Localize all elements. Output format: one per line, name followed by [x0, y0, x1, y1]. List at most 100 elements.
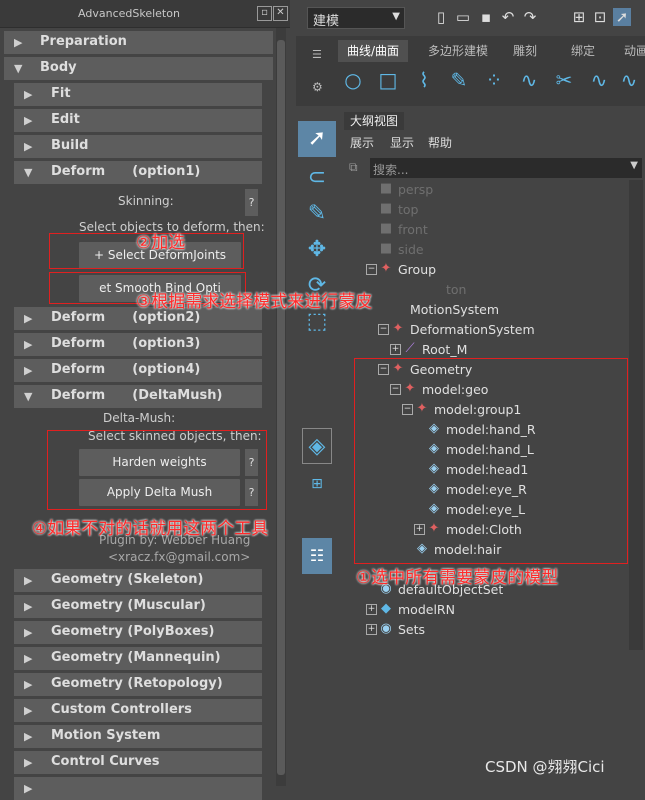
- collapsed-arrow-icon: ▶: [24, 782, 33, 795]
- skinning-label: Skinning:: [118, 194, 174, 208]
- section-geometry-mannequin[interactable]: ▶ Geometry (Mannequin): [14, 647, 262, 670]
- section-geometry-retopology[interactable]: ▶ Geometry (Retopology): [14, 673, 262, 696]
- list-item[interactable]: MotionSystem: [350, 300, 625, 320]
- search-dropdown-icon[interactable]: ▼: [630, 160, 638, 171]
- section-edit[interactable]: ▶ Edit: [14, 109, 262, 132]
- section-deform-deltamush[interactable]: ▼ Deform (DeltaMush): [14, 385, 262, 408]
- section-control-curves[interactable]: ▶ Control Curves: [14, 751, 262, 774]
- cv-curve-icon[interactable]: ⌇: [412, 68, 436, 92]
- expanded-arrow-icon: ▼: [24, 166, 33, 179]
- camera-icon: ■: [379, 181, 393, 196]
- pencil-curve-icon[interactable]: ✎: [447, 68, 471, 92]
- annotation-step-3: ③根据需求选择模式来进行蒙皮: [136, 292, 373, 312]
- collapsed-arrow-icon: ▶: [24, 338, 33, 351]
- annotation-step-2: ②加选: [136, 233, 186, 253]
- skinning-help-button[interactable]: ?: [245, 189, 258, 216]
- float-window-icon[interactable]: ▫: [257, 6, 272, 21]
- section-deform-option3[interactable]: ▶ Deform (option3): [14, 333, 262, 356]
- shelf-settings-gear-icon[interactable]: ⚙: [312, 80, 326, 94]
- shelf-menu-icon[interactable]: ☰: [312, 48, 326, 62]
- new-scene-icon[interactable]: ▯: [432, 8, 450, 26]
- section-partial[interactable]: ▶: [14, 777, 262, 800]
- expand-icon[interactable]: +: [366, 624, 377, 635]
- layout-grid-icon[interactable]: ⊞: [298, 466, 336, 502]
- expand-icon[interactable]: +: [366, 604, 377, 615]
- joint-icon: ⟋: [405, 341, 415, 356]
- cut-curve-icon[interactable]: ✂: [552, 68, 576, 92]
- list-item[interactable]: ton: [350, 280, 625, 300]
- list-item[interactable]: + ◉ Sets: [350, 620, 625, 640]
- shelf-tab-curves[interactable]: 曲线/曲面: [338, 40, 408, 62]
- section-build[interactable]: ▶ Build: [14, 135, 262, 158]
- shelf-tab-animation[interactable]: 动画: [616, 40, 645, 62]
- section-fit[interactable]: ▶ Fit: [14, 83, 262, 106]
- close-icon[interactable]: ✕: [273, 6, 288, 21]
- section-motion-system[interactable]: ▶ Motion System: [14, 725, 262, 748]
- section-body[interactable]: ▼ Body: [4, 57, 273, 80]
- transform-icon: ✦: [392, 321, 404, 336]
- shelf-tab-rigging[interactable]: 绑定: [558, 40, 608, 62]
- save-scene-icon[interactable]: ▪: [477, 8, 495, 26]
- list-item[interactable]: ■ front: [350, 220, 625, 240]
- list-item[interactable]: + ◆ modelRN: [350, 600, 625, 620]
- sets-icon: ◉: [380, 621, 392, 636]
- nurbs-circle-icon[interactable]: ○: [341, 68, 365, 92]
- reference-icon: ◆: [381, 601, 391, 616]
- select-mode-icon[interactable]: ➚: [613, 8, 631, 26]
- redo-icon[interactable]: ↷: [521, 8, 539, 26]
- move-tool-icon[interactable]: ✥: [298, 232, 336, 268]
- list-item[interactable]: + ⟋ Root_M: [350, 340, 625, 360]
- curve-edit-icon[interactable]: ∿: [517, 68, 541, 92]
- list-item[interactable]: ■ top: [350, 200, 625, 220]
- outliner-tab[interactable]: 大纲视图: [344, 112, 404, 130]
- section-geometry-muscular[interactable]: ▶ Geometry (Muscular): [14, 595, 262, 618]
- collapsed-arrow-icon: ▶: [24, 312, 33, 325]
- section-deform-option1[interactable]: ▼ Deform (option1): [14, 161, 262, 184]
- menu-set-dropdown[interactable]: 建模 ▼: [307, 7, 405, 29]
- nurbs-square-icon[interactable]: □: [376, 68, 400, 92]
- filter-icon[interactable]: ⧉: [349, 160, 365, 176]
- camera-icon: ■: [379, 241, 393, 256]
- paint-select-icon[interactable]: ✎: [298, 196, 336, 232]
- section-preparation[interactable]: ▶ Preparation: [4, 31, 273, 54]
- chevron-down-icon: ▼: [392, 11, 400, 22]
- attach-curve-icon[interactable]: ∿: [587, 68, 611, 92]
- section-custom-controllers[interactable]: ▶ Custom Controllers: [14, 699, 262, 722]
- hierarchy-mode-icon[interactable]: ⊞: [570, 8, 588, 26]
- open-scene-icon[interactable]: ▭: [454, 8, 472, 26]
- list-item[interactable]: ■ persp: [350, 180, 625, 200]
- list-item[interactable]: − ✦ Group: [350, 260, 625, 280]
- highlight-box-deltamush-tools: [47, 430, 267, 510]
- object-mode-icon[interactable]: ⊡: [591, 8, 609, 26]
- plugin-email: <xracz.fx@gmail.com>: [108, 550, 251, 564]
- lasso-tool-icon[interactable]: ⊂: [298, 160, 336, 196]
- collapse-icon[interactable]: −: [366, 264, 377, 275]
- panel-scroll-thumb[interactable]: [277, 40, 285, 775]
- collapsed-arrow-icon: ▶: [24, 364, 33, 377]
- outliner-search-input[interactable]: 搜索... ▼: [370, 158, 642, 178]
- arc-tool-icon[interactable]: ⁘: [482, 68, 506, 92]
- outliner-layout-icon[interactable]: ☷: [302, 538, 332, 574]
- collapsed-arrow-icon: ▶: [24, 678, 33, 691]
- single-view-icon[interactable]: ◈: [302, 428, 332, 464]
- list-item[interactable]: − ✦ DeformationSystem: [350, 320, 625, 340]
- outliner-menu-display[interactable]: 展示: [350, 134, 374, 151]
- undo-icon[interactable]: ↶: [499, 8, 517, 26]
- section-deform-option4[interactable]: ▶ Deform (option4): [14, 359, 262, 382]
- curve-tool-icon[interactable]: ∿: [617, 68, 641, 92]
- list-item[interactable]: ■ side: [350, 240, 625, 260]
- collapsed-arrow-icon: ▶: [24, 600, 33, 613]
- collapse-icon[interactable]: −: [378, 324, 389, 335]
- select-tool-icon[interactable]: ➚: [298, 121, 336, 157]
- outliner-scrollbar[interactable]: [629, 180, 643, 650]
- delta-mush-label: Delta-Mush:: [103, 411, 176, 425]
- shelf-tabs: 曲线/曲面 多边形建模 雕刻 绑定 动画: [338, 40, 645, 62]
- section-geometry-polyboxes[interactable]: ▶ Geometry (PolyBoxes): [14, 621, 262, 644]
- shelf-tab-sculpt[interactable]: 雕刻: [500, 40, 550, 62]
- expand-icon[interactable]: +: [390, 344, 401, 355]
- shelf-tab-poly[interactable]: 多边形建模: [418, 40, 498, 62]
- section-geometry-skeleton[interactable]: ▶ Geometry (Skeleton): [14, 569, 262, 592]
- outliner-menu-help[interactable]: 帮助: [428, 134, 452, 151]
- collapsed-arrow-icon: ▶: [24, 114, 33, 127]
- outliner-menu-show[interactable]: 显示: [390, 134, 414, 151]
